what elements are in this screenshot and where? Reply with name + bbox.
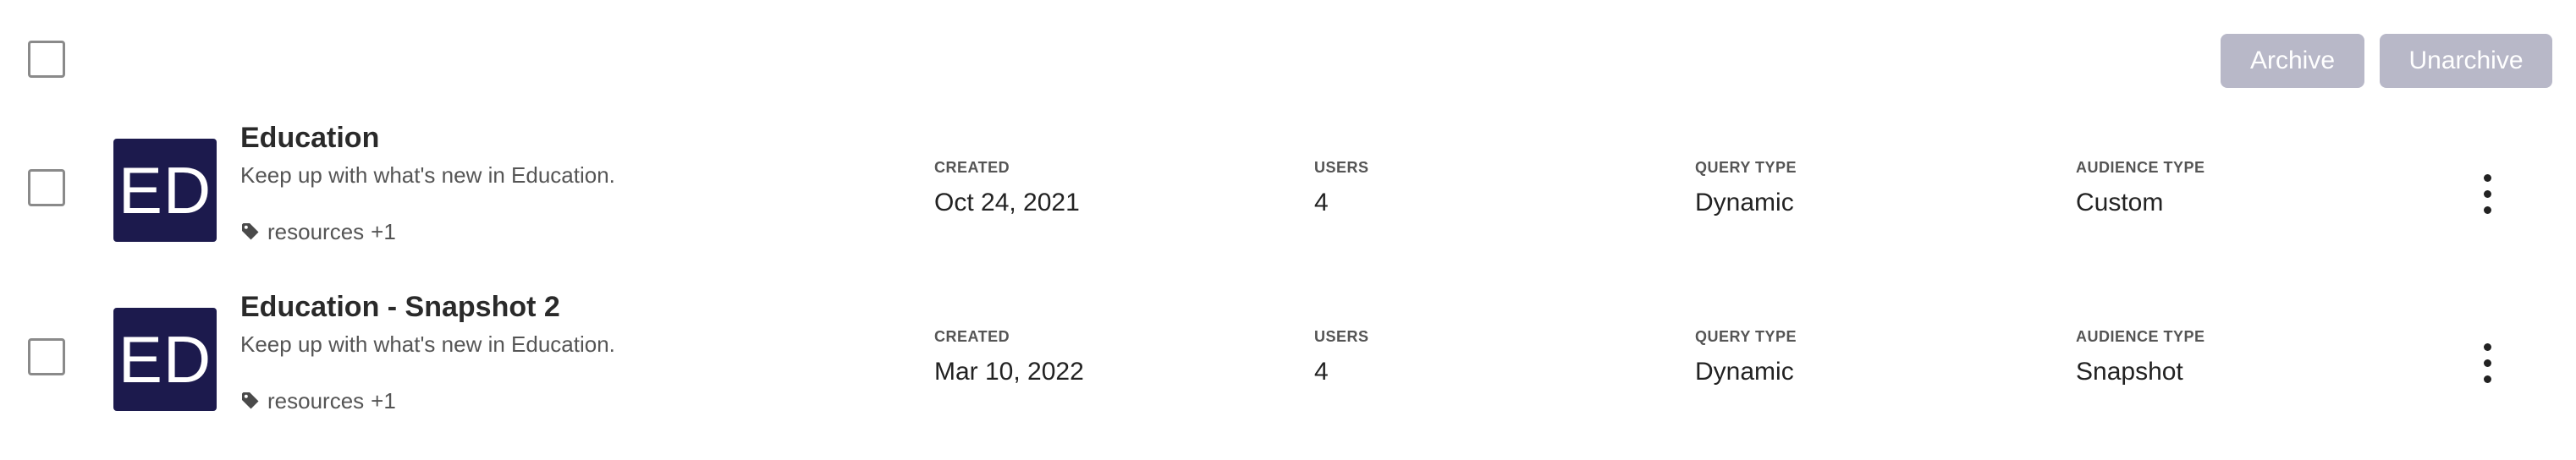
query-type-column: QUERY TYPE Dynamic <box>1695 328 1797 386</box>
query-type-value: Dynamic <box>1695 358 1794 386</box>
item-title[interactable]: Education - Snapshot 2 <box>240 291 560 324</box>
created-column: CREATED Mar 10, 2022 <box>934 328 1084 386</box>
users-column: USERS 4 <box>1314 328 1369 386</box>
users-value: 4 <box>1314 189 1329 216</box>
more-options-icon[interactable] <box>2471 169 2505 220</box>
audience-type-column: AUDIENCE TYPE Custom <box>2076 159 2205 217</box>
audience-type-value: Custom <box>2076 189 2164 216</box>
tag-more-count[interactable]: +1 <box>371 388 396 414</box>
created-value: Mar 10, 2022 <box>934 358 1084 386</box>
select-all-checkbox[interactable] <box>28 41 65 78</box>
row-checkbox[interactable] <box>28 169 65 206</box>
audience-type-value: Snapshot <box>2076 358 2183 386</box>
users-label: USERS <box>1314 328 1369 345</box>
list-toolbar: Archive Unarchive <box>0 0 2576 122</box>
item-description: Keep up with what's new in Education. <box>240 331 615 357</box>
users-column: USERS 4 <box>1314 159 1369 217</box>
avatar: ED <box>113 308 217 411</box>
archive-button[interactable]: Archive <box>2221 34 2364 88</box>
tag-icon <box>242 392 259 409</box>
query-type-column: QUERY TYPE Dynamic <box>1695 159 1797 217</box>
audience-type-label: AUDIENCE TYPE <box>2076 328 2205 345</box>
unarchive-button[interactable]: Unarchive <box>2380 34 2552 88</box>
audience-type-label: AUDIENCE TYPE <box>2076 159 2205 176</box>
item-description: Keep up with what's new in Education. <box>240 162 615 188</box>
users-label: USERS <box>1314 159 1369 176</box>
list-item[interactable]: ED Education Keep up with what's new in … <box>0 122 2576 291</box>
avatar: ED <box>113 139 217 242</box>
created-value: Oct 24, 2021 <box>934 189 1080 216</box>
created-label: CREATED <box>934 159 1010 176</box>
more-options-icon[interactable] <box>2471 338 2505 389</box>
tag-label: resources <box>267 218 365 244</box>
tag-more-count[interactable]: +1 <box>371 219 396 245</box>
created-label: CREATED <box>934 328 1010 345</box>
item-tags: resources +1 <box>240 387 396 414</box>
query-type-label: QUERY TYPE <box>1695 328 1797 345</box>
item-tags: resources +1 <box>240 218 396 245</box>
audience-type-column: AUDIENCE TYPE Snapshot <box>2076 328 2205 386</box>
users-value: 4 <box>1314 358 1329 386</box>
tag-label: resources <box>267 387 365 413</box>
row-checkbox[interactable] <box>28 338 65 375</box>
created-column: CREATED Oct 24, 2021 <box>934 159 1080 217</box>
query-type-value: Dynamic <box>1695 189 1794 216</box>
query-type-label: QUERY TYPE <box>1695 159 1797 176</box>
tag-icon <box>242 223 259 240</box>
item-title[interactable]: Education <box>240 122 379 155</box>
list-item[interactable]: ED Education - Snapshot 2 Keep up with w… <box>0 291 2576 460</box>
